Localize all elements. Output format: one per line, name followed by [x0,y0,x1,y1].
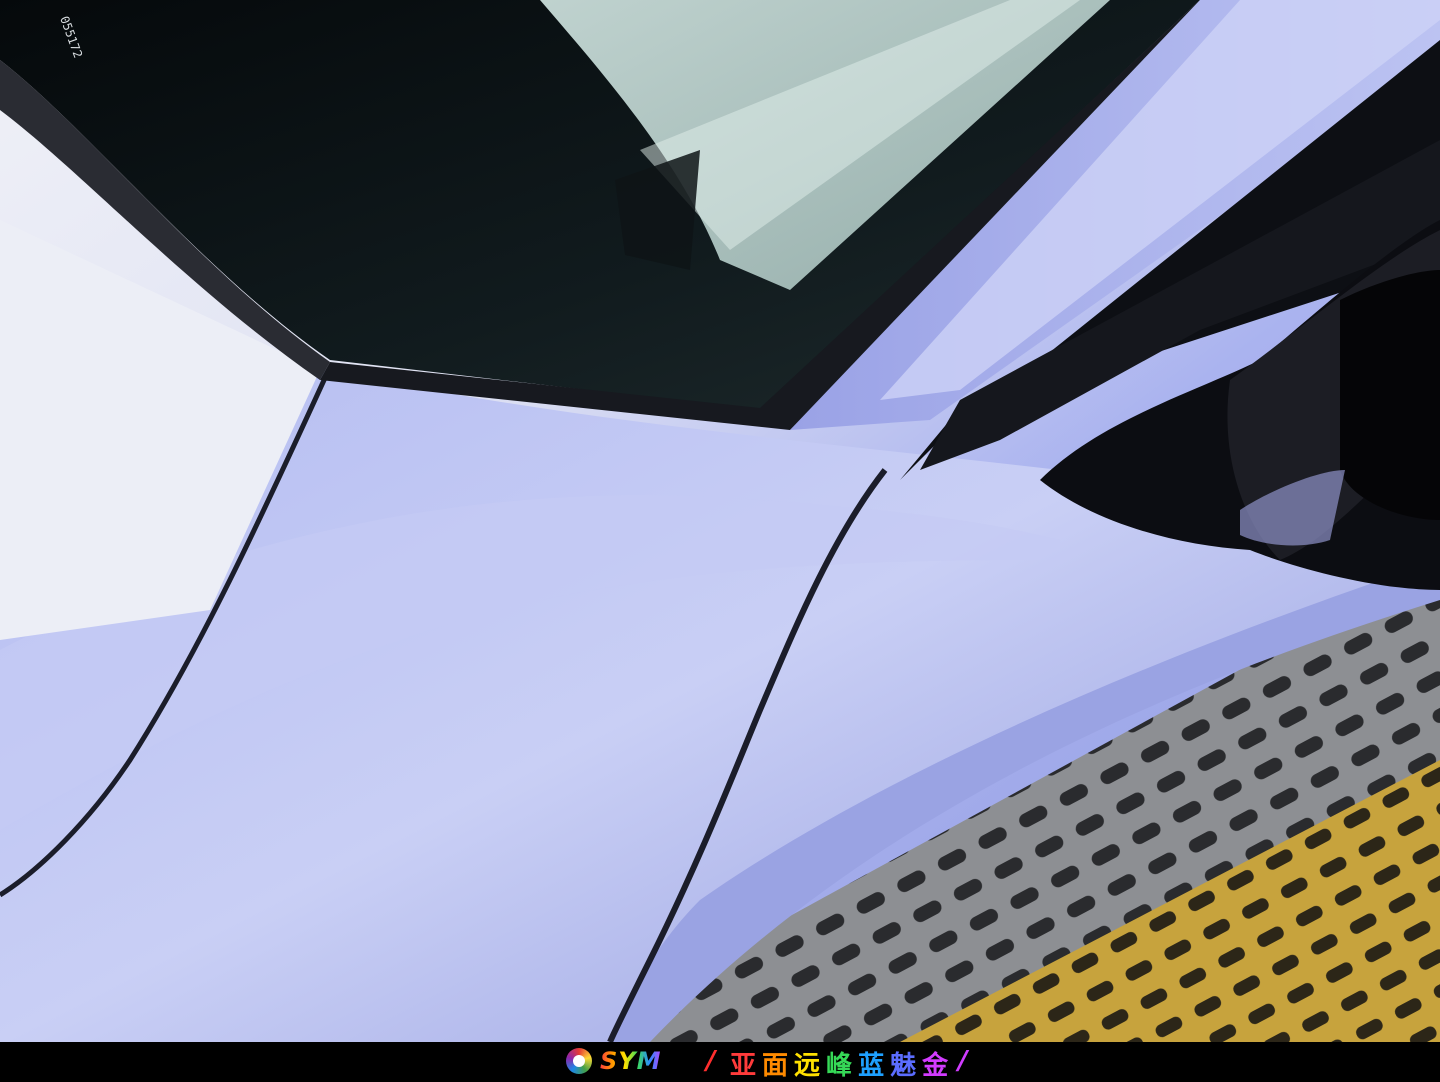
caption-char: 远 [794,1051,827,1081]
caption-slash-right: / [958,1046,968,1076]
caption-char: 蓝 [858,1051,891,1081]
caption-char: 面 [762,1051,795,1081]
brand-logo-icon [566,1048,592,1074]
caption-title: 亚 面 远 峰 蓝 魅 金 [730,1045,954,1082]
car-photo: 055172 [0,0,1440,1042]
brand-logo-text: SYM [600,1047,662,1075]
caption-char: 金 [922,1051,955,1081]
brand-logo: SYM [566,1047,662,1075]
caption-char: 魅 [890,1051,923,1081]
caption-char: 亚 [730,1051,763,1081]
caption-bar: SYM / 亚 面 远 峰 蓝 魅 金 / [0,1042,1440,1082]
caption-char: 峰 [826,1051,859,1081]
caption-slash-left: / [706,1046,716,1076]
